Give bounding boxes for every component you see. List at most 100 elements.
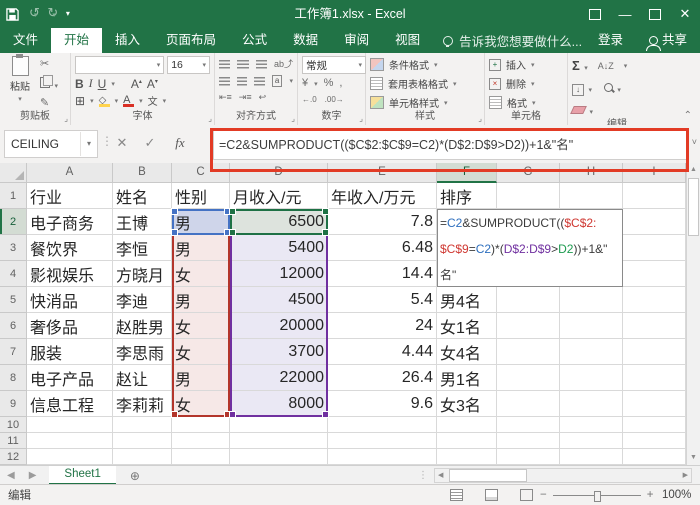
cell-F6[interactable]: 女1名 <box>437 313 497 339</box>
cell-C2[interactable]: 男 <box>172 209 230 235</box>
decrease-decimal-icon[interactable]: .00→ <box>325 93 344 106</box>
scroll-up-icon[interactable]: ▲ <box>687 163 700 177</box>
decrease-indent-icon[interactable]: ⇤≡ <box>219 91 232 104</box>
number-dialog-launcher[interactable]: ⌟ <box>359 115 363 123</box>
cell-H3[interactable] <box>560 235 623 261</box>
name-box[interactable]: CEILING ▾ <box>4 130 98 158</box>
cell-E9[interactable]: 9.6 <box>328 391 437 417</box>
cell-B10[interactable] <box>113 417 172 433</box>
normal-view-icon[interactable] <box>450 489 463 501</box>
cell-G3[interactable] <box>497 235 560 261</box>
tell-me-box[interactable]: 告诉我您想要做什么... <box>443 28 582 53</box>
cell-F5[interactable]: 男4名 <box>437 287 497 313</box>
cell-H12[interactable] <box>560 449 623 465</box>
fx-icon[interactable]: fx <box>168 130 192 156</box>
cell-G9[interactable] <box>497 391 560 417</box>
cell-I10[interactable] <box>623 417 686 433</box>
format-cells-button[interactable]: 格式▾ <box>489 95 563 110</box>
cell-I6[interactable] <box>623 313 686 339</box>
select-all-corner[interactable] <box>0 163 27 183</box>
column-header-B[interactable]: B <box>113 163 172 183</box>
cell-D7[interactable]: 3700 <box>230 339 328 365</box>
align-bottom-icon[interactable] <box>256 60 267 69</box>
collapse-ribbon-icon[interactable]: ⌃ <box>684 110 692 121</box>
font-size-combo[interactable]: 16▾ <box>167 56 210 74</box>
cell-I1[interactable] <box>623 183 686 209</box>
cell-D1[interactable]: 月收入/元 <box>230 183 328 209</box>
percent-icon[interactable]: % <box>324 77 334 90</box>
cell-A2[interactable]: 电子商务 <box>27 209 113 235</box>
cell-I7[interactable] <box>623 339 686 365</box>
cell-C5[interactable]: 男 <box>172 287 230 313</box>
enter-icon[interactable]: ✓ <box>138 130 162 156</box>
row-header-11[interactable]: 11 <box>0 433 27 449</box>
cell-D12[interactable] <box>230 449 328 465</box>
close-icon[interactable]: ✕ <box>670 0 700 28</box>
cell-I4[interactable] <box>623 261 686 287</box>
italic-button[interactable]: I <box>89 76 93 91</box>
row-header-10[interactable]: 10 <box>0 417 27 433</box>
column-header-C[interactable]: C <box>172 163 230 183</box>
cell-G4[interactable] <box>497 261 560 287</box>
cell-I9[interactable] <box>623 391 686 417</box>
cell-A12[interactable] <box>27 449 113 465</box>
phonetic-button[interactable]: 文 <box>148 93 158 108</box>
merge-center-icon[interactable]: a <box>272 75 283 87</box>
shrink-font-button[interactable]: A▾ <box>147 77 158 91</box>
minimize-icon[interactable]: — <box>610 0 640 28</box>
tab-page-layout[interactable]: 页面布局 <box>153 28 229 53</box>
cell-C3[interactable]: 男 <box>172 235 230 261</box>
copy-icon[interactable]: ▾ <box>40 75 58 93</box>
tab-home[interactable]: 开始 <box>51 28 102 53</box>
column-header-H[interactable]: H <box>560 163 623 183</box>
fill-down-icon[interactable]: ↓ ▾ <box>572 79 592 97</box>
cell-B8[interactable]: 赵让 <box>113 365 172 391</box>
styles-dialog-launcher[interactable]: ⌟ <box>478 115 482 123</box>
bold-button[interactable]: B <box>75 77 84 91</box>
cell-G2[interactable] <box>497 209 560 235</box>
cell-B3[interactable]: 李恒 <box>113 235 172 261</box>
cell-A8[interactable]: 电子产品 <box>27 365 113 391</box>
cell-E12[interactable] <box>328 449 437 465</box>
cell-C4[interactable]: 女 <box>172 261 230 287</box>
horizontal-scroll-thumb[interactable] <box>449 469 527 482</box>
zoom-slider[interactable] <box>553 495 641 496</box>
cell-E2[interactable]: 7.8 <box>328 209 437 235</box>
cell-E5[interactable]: 5.4 <box>328 287 437 313</box>
conditional-formatting-button[interactable]: 条件格式▾ <box>370 57 480 72</box>
cell-D10[interactable] <box>230 417 328 433</box>
format-painter-icon[interactable]: ✎ <box>40 97 58 110</box>
cell-C1[interactable]: 性别 <box>172 183 230 209</box>
cell-G12[interactable] <box>497 449 560 465</box>
cell-A4[interactable]: 影视娱乐 <box>27 261 113 287</box>
tab-data[interactable]: 数据 <box>280 28 331 53</box>
orientation-icon[interactable]: ab⤴ <box>274 58 293 71</box>
cell-H4[interactable] <box>560 261 623 287</box>
cell-F8[interactable]: 男1名 <box>437 365 497 391</box>
cell-B12[interactable] <box>113 449 172 465</box>
row-header-7[interactable]: 7 <box>0 339 27 365</box>
cell-A6[interactable]: 奢侈品 <box>27 313 113 339</box>
cell-C10[interactable] <box>172 417 230 433</box>
row-header-2[interactable]: 2 <box>0 209 27 235</box>
cell-D8[interactable]: 22000 <box>230 365 328 391</box>
cell-A9[interactable]: 信息工程 <box>27 391 113 417</box>
cell-C12[interactable] <box>172 449 230 465</box>
cell-I2[interactable] <box>623 209 686 235</box>
align-right-icon[interactable] <box>254 77 265 86</box>
cell-E4[interactable]: 14.4 <box>328 261 437 287</box>
name-box-dropdown-icon[interactable]: ▾ <box>80 132 97 156</box>
cell-E11[interactable] <box>328 433 437 449</box>
cell-F11[interactable] <box>437 433 497 449</box>
cell-E7[interactable]: 4.44 <box>328 339 437 365</box>
autosum-icon[interactable]: Σ ▾ <box>572 57 588 75</box>
cell-A3[interactable]: 餐饮界 <box>27 235 113 261</box>
ribbon-display-icon[interactable] <box>580 0 610 28</box>
row-header-5[interactable]: 5 <box>0 287 27 313</box>
vertical-scroll-thumb[interactable] <box>688 178 699 236</box>
row-header-1[interactable]: 1 <box>0 183 27 209</box>
cell-F10[interactable] <box>437 417 497 433</box>
cell-F1[interactable]: 排序 <box>437 183 497 209</box>
maximize-icon[interactable] <box>640 0 670 28</box>
tab-formulas[interactable]: 公式 <box>229 28 280 53</box>
